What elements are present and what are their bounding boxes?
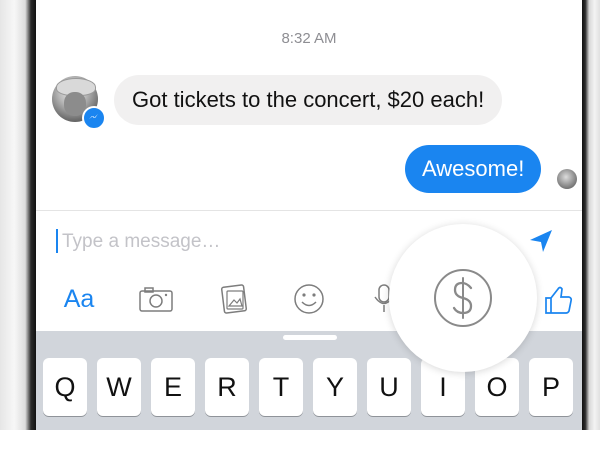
keyboard-handle[interactable] [283, 335, 337, 340]
key-r[interactable]: R [205, 358, 249, 416]
key-p[interactable]: P [529, 358, 573, 416]
like-button[interactable] [536, 276, 580, 322]
thumbs-up-icon [545, 286, 573, 314]
read-receipt-avatar [557, 169, 577, 189]
send-arrow-icon[interactable] [526, 226, 556, 256]
incoming-message-bubble[interactable]: Got tickets to the concert, $20 each! [114, 75, 503, 125]
camera-button[interactable] [132, 276, 180, 322]
messenger-bolt-icon [89, 114, 98, 119]
smiley-icon [294, 284, 324, 314]
key-w[interactable]: W [97, 358, 141, 416]
contact-avatar[interactable] [52, 76, 106, 130]
key-q[interactable]: Q [43, 358, 87, 416]
phone-frame-left [0, 0, 36, 430]
camera-icon [139, 287, 173, 312]
messenger-screen: 8:32 AM Got tickets to the concert, $20 … [36, 0, 582, 430]
dollar-sign-icon[interactable] [431, 266, 495, 330]
photo-gallery-button[interactable] [210, 276, 258, 322]
text-format-button[interactable]: Aa [56, 276, 102, 322]
message-timestamp: 8:32 AM [281, 30, 337, 47]
emoji-button[interactable] [287, 276, 331, 322]
composer-divider [36, 210, 582, 211]
key-t[interactable]: T [259, 358, 303, 416]
key-y[interactable]: Y [313, 358, 357, 416]
photo-gallery-icon [220, 284, 248, 314]
key-e[interactable]: E [151, 358, 195, 416]
messenger-badge-icon [82, 106, 106, 130]
key-u[interactable]: U [367, 358, 411, 416]
outgoing-message-bubble[interactable]: Awesome! [405, 145, 542, 193]
text-cursor [56, 229, 58, 253]
phone-frame-right [582, 0, 600, 430]
